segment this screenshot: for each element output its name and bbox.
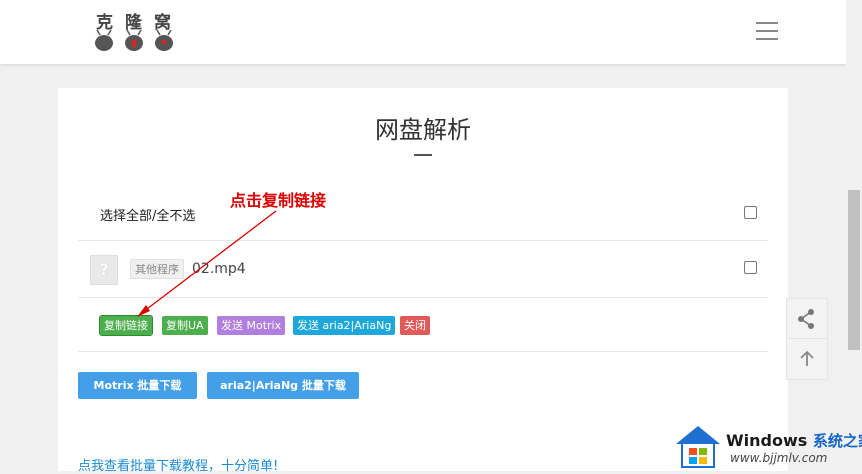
select-all-label: 选择全部/全不选 [100, 209, 196, 224]
file-actions-row: 复制链接 复制UA 发送 Motrix 发送 aria2|AriaNg 关闭 [78, 298, 768, 352]
annotation-callout: 点击复制链接 [230, 191, 327, 210]
title-underline [414, 154, 432, 156]
parse-panel: 网盘解析 选择全部/全不选 ? 其他程序 02.mp4 复制链接 复制UA 发送… [58, 88, 788, 471]
batch-tutorial-link[interactable]: 点我查看批量下载教程，十分简单! [78, 455, 278, 474]
send-motrix-button[interactable]: 发送 Motrix [217, 316, 286, 335]
file-row: ? 其他程序 02.mp4 [78, 241, 768, 298]
question-file-icon: ? [90, 255, 118, 285]
house-logo-icon [676, 426, 720, 468]
share-icon [798, 309, 814, 329]
watermark-url: www.bjjmlv.com [730, 451, 828, 465]
top-navbar: 克隆窝 [0, 0, 846, 64]
watermark-brand-cn: 系统之家 [812, 432, 862, 450]
page-title: 网盘解析 [375, 116, 471, 144]
watermark-title: Windows 系统之家 [726, 430, 862, 451]
menu-hamburger-icon[interactable] [756, 22, 778, 42]
file-name: 02.mp4 [192, 261, 246, 277]
copy-link-button[interactable]: 复制链接 [99, 315, 153, 336]
arrow-up-icon [800, 350, 814, 366]
watermark: Windows 系统之家 www.bjjmlv.com [670, 420, 862, 471]
select-all-row: 选择全部/全不选 [78, 188, 768, 241]
motrix-batch-download-button[interactable]: Motrix 批量下载 [78, 372, 197, 399]
site-logo[interactable]: 克隆窝 [92, 8, 182, 56]
watermark-brand: Windows [726, 431, 808, 450]
aria2-batch-download-button[interactable]: aria2|AriaNg 批量下载 [207, 372, 359, 399]
copy-ua-button[interactable]: 复制UA [162, 316, 208, 335]
share-button[interactable] [786, 298, 828, 340]
close-button[interactable]: 关闭 [400, 316, 430, 335]
file-type-tag: 其他程序 [130, 259, 184, 279]
back-to-top-button[interactable] [786, 338, 828, 380]
select-all-checkbox[interactable] [744, 206, 757, 219]
send-aria2-button[interactable]: 发送 aria2|AriaNg [293, 316, 396, 335]
scrollbar-thumb[interactable] [848, 190, 860, 350]
file-checkbox[interactable] [744, 261, 757, 274]
logo-ants-icon [95, 30, 173, 51]
